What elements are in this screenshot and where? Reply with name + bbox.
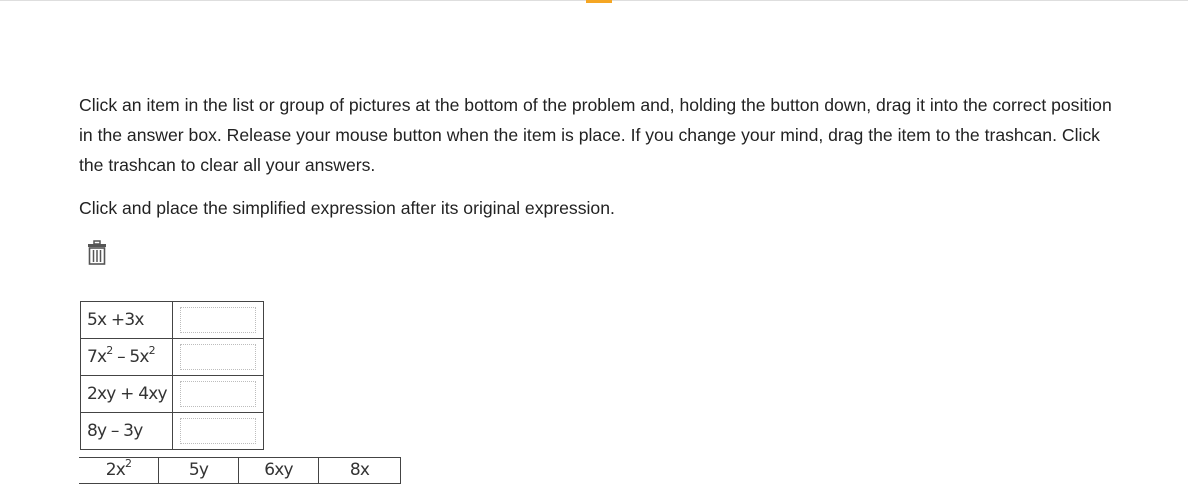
original-expression: 7x2 – 5x2: [80, 338, 173, 376]
table-row: 5x +3x: [80, 301, 264, 339]
answer-cell[interactable]: [172, 301, 264, 339]
choice-bank: 2x2 5y 6xy 8x: [79, 457, 401, 484]
table-row: 8y – 3y: [80, 412, 264, 450]
answer-cell[interactable]: [172, 338, 264, 376]
table-row: 2xy + 4xy: [80, 375, 264, 413]
answer-cell[interactable]: [172, 375, 264, 413]
draggable-choice[interactable]: 8x: [319, 458, 401, 483]
table-row: 7x2 – 5x2: [80, 338, 264, 376]
drop-zone[interactable]: [180, 418, 256, 444]
original-expression: 2xy + 4xy: [80, 375, 173, 413]
drop-zone[interactable]: [180, 381, 256, 407]
trash-icon[interactable]: [86, 240, 108, 266]
drop-zone[interactable]: [180, 307, 256, 333]
instructions-text: Click an item in the list or group of pi…: [79, 95, 1112, 175]
question-prompt: Click and place the simplified expressio…: [79, 198, 615, 218]
progress-accent: [586, 0, 612, 3]
draggable-choice[interactable]: 2x2: [79, 458, 159, 483]
answer-table: 5x +3x 7x2 – 5x2 2xy + 4xy 8y – 3y: [80, 301, 264, 450]
answer-cell[interactable]: [172, 412, 264, 450]
original-expression: 5x +3x: [80, 301, 173, 339]
drop-zone[interactable]: [180, 344, 256, 370]
draggable-choice[interactable]: 6xy: [239, 458, 319, 483]
original-expression: 8y – 3y: [80, 412, 173, 450]
draggable-choice[interactable]: 5y: [159, 458, 239, 483]
